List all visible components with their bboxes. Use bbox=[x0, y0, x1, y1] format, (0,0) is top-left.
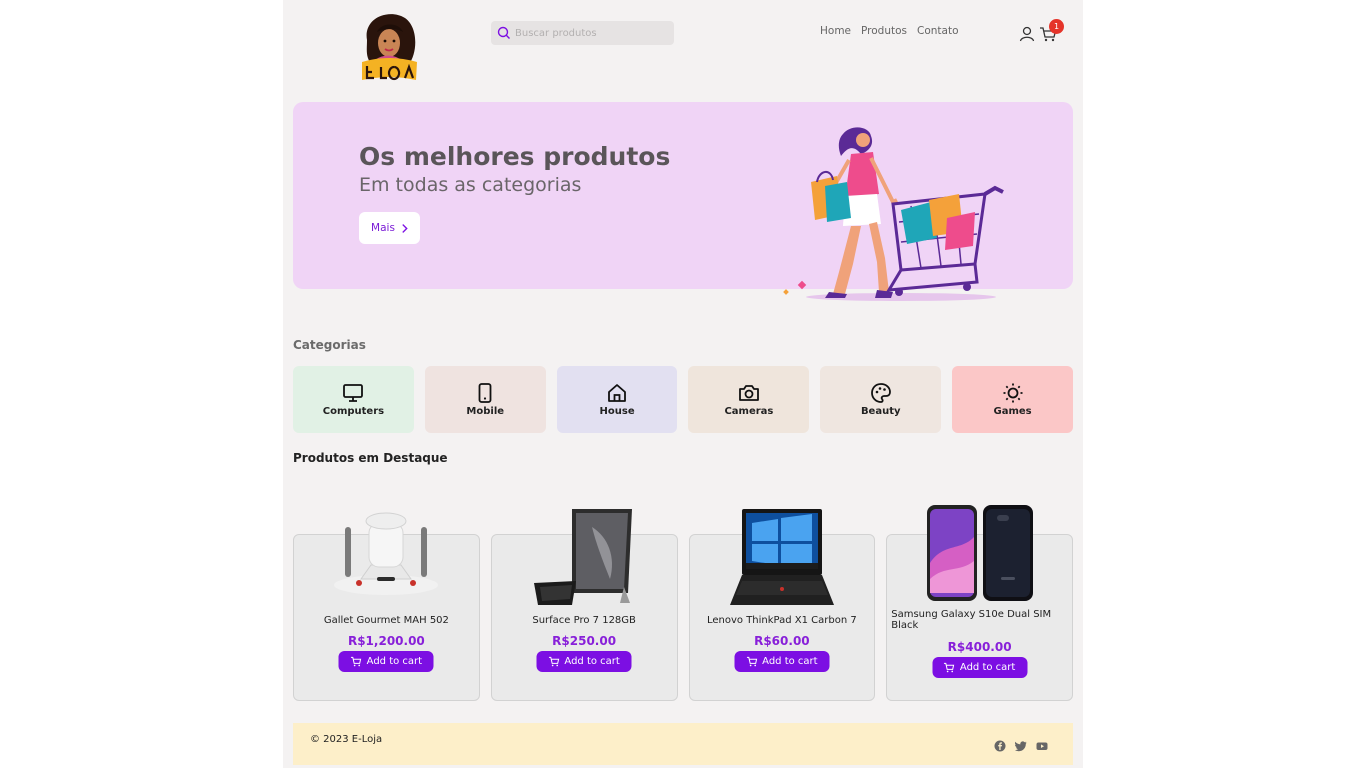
cart-icon bbox=[746, 656, 757, 667]
product-price: R$400.00 bbox=[947, 640, 1012, 654]
cart-icon bbox=[944, 662, 955, 673]
product-image[interactable] bbox=[925, 503, 1035, 603]
product-name[interactable]: Samsung Galaxy S10e Dual SIM Black bbox=[887, 609, 1072, 631]
product-price: R$60.00 bbox=[754, 634, 810, 648]
sun-icon bbox=[1003, 383, 1023, 403]
add-to-cart-button[interactable]: Add to cart bbox=[932, 657, 1028, 678]
add-to-cart-label: Add to cart bbox=[564, 656, 620, 667]
search-bar[interactable] bbox=[491, 21, 674, 45]
add-to-cart-button[interactable]: Add to cart bbox=[536, 651, 632, 672]
category-games[interactable]: Games bbox=[952, 366, 1073, 433]
house-icon bbox=[608, 384, 626, 402]
category-label: House bbox=[599, 406, 635, 417]
product-image[interactable] bbox=[532, 507, 636, 607]
shopping-woman-illustration bbox=[781, 122, 1006, 302]
category-label: Beauty bbox=[860, 406, 901, 417]
add-to-cart-label: Add to cart bbox=[762, 656, 818, 667]
product-price: R$1,200.00 bbox=[347, 634, 425, 648]
category-beauty[interactable]: Beauty bbox=[820, 366, 942, 433]
social-links bbox=[994, 740, 1048, 752]
add-to-cart-button[interactable]: Add to cart bbox=[338, 651, 434, 672]
product-name[interactable]: Lenovo ThinkPad X1 Carbon 7 bbox=[690, 615, 875, 626]
add-to-cart-button[interactable]: Add to cart bbox=[734, 651, 830, 672]
store-logo[interactable] bbox=[359, 10, 419, 82]
categories-heading: Categorias bbox=[293, 338, 366, 352]
hero-title: Os melhores produtos bbox=[359, 142, 671, 171]
categories-row: Computers Mobile House Cameras Beauty Ga… bbox=[293, 366, 1073, 433]
hero-more-label: Mais bbox=[371, 222, 395, 234]
main-nav: Home Produtos Contato bbox=[820, 25, 959, 37]
cart-icon bbox=[351, 656, 362, 667]
category-label: Cameras bbox=[724, 406, 774, 417]
product-name[interactable]: Surface Pro 7 128GB bbox=[492, 615, 677, 626]
category-label: Games bbox=[993, 406, 1032, 417]
search-input[interactable] bbox=[515, 27, 665, 39]
palette-icon bbox=[870, 383, 891, 403]
nav-link-produtos[interactable]: Produtos bbox=[861, 25, 907, 37]
youtube-icon[interactable] bbox=[1036, 740, 1048, 752]
product-card[interactable]: Surface Pro 7 128GB R$250.00 Add to cart bbox=[490, 509, 678, 701]
page: Home Produtos Contato 1 Os melhores prod… bbox=[283, 0, 1083, 768]
cart-icon bbox=[548, 656, 560, 667]
product-card[interactable]: Samsung Galaxy S10e Dual SIM Black R$400… bbox=[886, 505, 1073, 701]
category-mobile[interactable]: Mobile bbox=[424, 366, 546, 433]
add-to-cart-label: Add to cart bbox=[959, 662, 1016, 673]
twitter-icon[interactable] bbox=[1015, 740, 1027, 752]
cart-count-badge: 1 bbox=[1049, 19, 1064, 34]
facebook-icon[interactable] bbox=[994, 740, 1006, 752]
camera-icon bbox=[738, 385, 759, 401]
category-label: Computers bbox=[322, 406, 385, 417]
user-icon[interactable] bbox=[1018, 25, 1036, 43]
product-card[interactable]: Gallet Gourmet MAH 502 R$1,200.00 Add to… bbox=[293, 512, 480, 701]
smartphone-icon bbox=[478, 383, 492, 403]
product-name[interactable]: Gallet Gourmet MAH 502 bbox=[294, 615, 479, 626]
category-cameras[interactable]: Cameras bbox=[688, 366, 810, 433]
search-icon[interactable] bbox=[497, 26, 511, 40]
footer: © 2023 E-Loja bbox=[293, 723, 1073, 765]
add-to-cart-label: Add to cart bbox=[366, 656, 423, 667]
category-label: Mobile bbox=[466, 406, 505, 417]
hero-banner: Os melhores produtos Em todas as categor… bbox=[293, 102, 1073, 301]
monitor-icon bbox=[343, 384, 364, 402]
product-card[interactable]: Lenovo ThinkPad X1 Carbon 7 R$60.00 Add … bbox=[688, 509, 876, 701]
copyright-text: © 2023 E-Loja bbox=[310, 734, 383, 745]
product-image[interactable] bbox=[726, 507, 838, 607]
product-image[interactable] bbox=[331, 507, 441, 599]
hero-more-button[interactable]: Mais bbox=[359, 212, 420, 244]
category-computers[interactable]: Computers bbox=[293, 366, 414, 433]
hero-subtitle: Em todas as categorias bbox=[359, 174, 582, 196]
product-price: R$250.00 bbox=[552, 634, 617, 648]
featured-products-heading: Produtos em Destaque bbox=[293, 451, 448, 465]
product-grid: Gallet Gourmet MAH 502 R$1,200.00 Add to… bbox=[293, 505, 1073, 701]
nav-link-home[interactable]: Home bbox=[820, 25, 851, 37]
nav-link-contato[interactable]: Contato bbox=[917, 25, 959, 37]
category-house[interactable]: House bbox=[556, 366, 678, 433]
chevron-right-icon bbox=[401, 223, 408, 234]
